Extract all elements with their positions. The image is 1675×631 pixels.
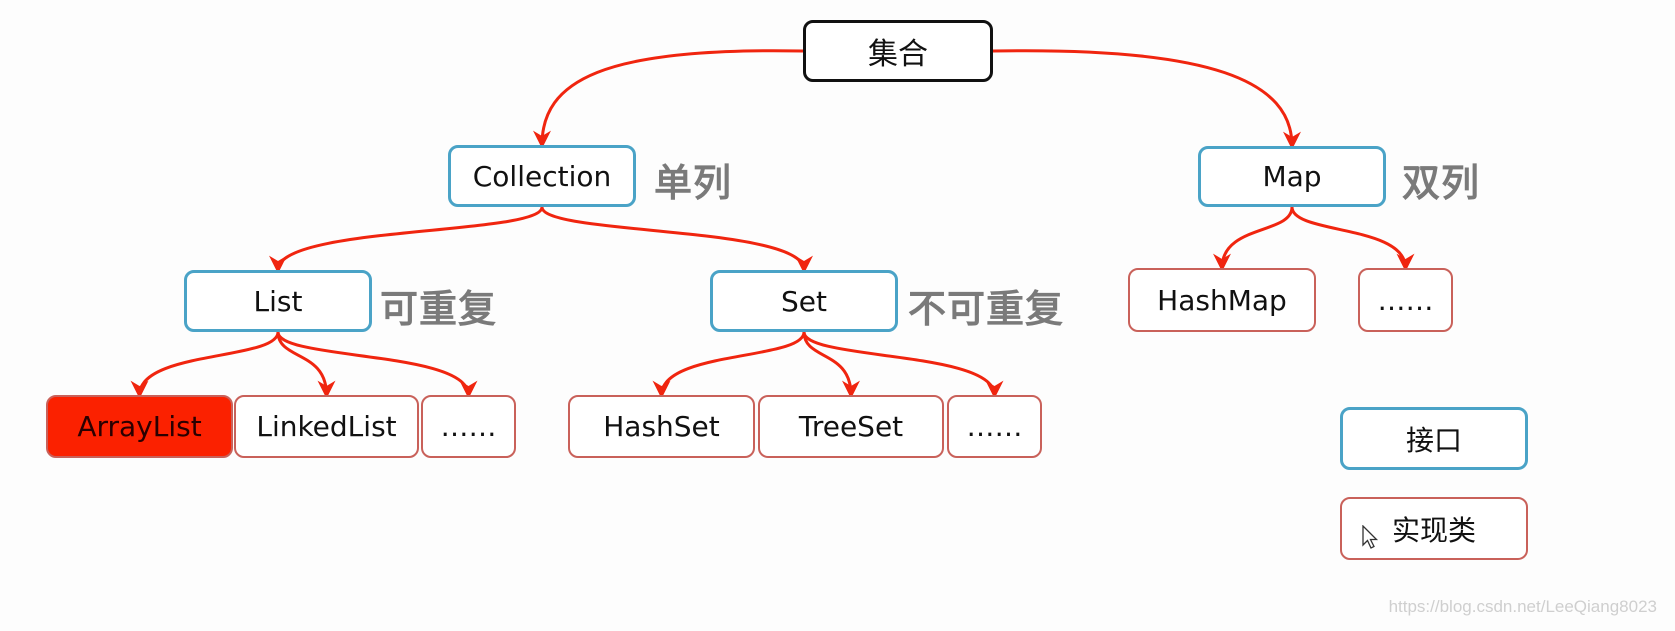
node-collections-root: 集合 bbox=[803, 20, 993, 82]
node-list-more-classes: …… bbox=[421, 395, 516, 458]
mouse-pointer-icon bbox=[1362, 524, 1380, 555]
node-set-interface: Set bbox=[710, 270, 898, 332]
node-label: TreeSet bbox=[798, 410, 904, 443]
node-hashmap-class: HashMap bbox=[1128, 268, 1316, 332]
node-hashset-class: HashSet bbox=[568, 395, 755, 458]
node-label: Set bbox=[781, 284, 827, 318]
edge-map-to-map_more bbox=[1290, 206, 1415, 272]
legend-label: 接口 bbox=[1405, 423, 1462, 457]
edge-root-to-map bbox=[992, 49, 1301, 150]
edge-set-to-hashset bbox=[652, 331, 806, 399]
legend-interface: 接口 bbox=[1340, 407, 1528, 470]
edge-collection-to-set bbox=[540, 206, 813, 274]
node-label: List bbox=[253, 284, 303, 318]
node-label: Collection bbox=[472, 159, 612, 193]
node-label: HashMap bbox=[1157, 283, 1287, 317]
node-list-interface: List bbox=[184, 270, 372, 332]
node-label: Map bbox=[1262, 160, 1322, 193]
node-label: ArrayList bbox=[77, 410, 202, 443]
legend-label: 实现类 bbox=[1391, 513, 1476, 547]
node-arraylist-class: ArrayList bbox=[46, 395, 233, 458]
watermark: https://blog.csdn.net/LeeQiang8023 bbox=[1388, 597, 1657, 616]
node-label: LinkedList bbox=[256, 410, 397, 443]
edge-list-to-list_more bbox=[276, 331, 478, 399]
note-double-column: 双列 bbox=[1402, 161, 1481, 205]
node-label: HashSet bbox=[603, 410, 720, 443]
node-set-more-classes: …… bbox=[947, 395, 1042, 458]
edge-list-to-arraylist bbox=[130, 331, 280, 399]
node-treeset-class: TreeSet bbox=[758, 395, 944, 458]
edge-collection-to-list bbox=[269, 206, 544, 274]
edge-root-to-collection bbox=[533, 49, 804, 149]
node-label: …… bbox=[440, 410, 497, 443]
node-linkedlist-class: LinkedList bbox=[234, 395, 419, 458]
node-collection-interface: Collection bbox=[448, 145, 636, 207]
edge-map-to-hashmap bbox=[1213, 206, 1294, 272]
note-repeatable: 可重复 bbox=[380, 287, 498, 331]
edge-set-to-set_more bbox=[802, 331, 1004, 399]
node-map-more-classes: …… bbox=[1358, 268, 1453, 332]
note-single-column: 单列 bbox=[654, 161, 733, 205]
node-map-interface: Map bbox=[1198, 146, 1386, 207]
node-label: …… bbox=[1377, 283, 1434, 317]
note-non-repeatable: 不可重复 bbox=[908, 287, 1065, 331]
node-label: …… bbox=[966, 410, 1023, 443]
node-label: 集合 bbox=[868, 37, 928, 72]
